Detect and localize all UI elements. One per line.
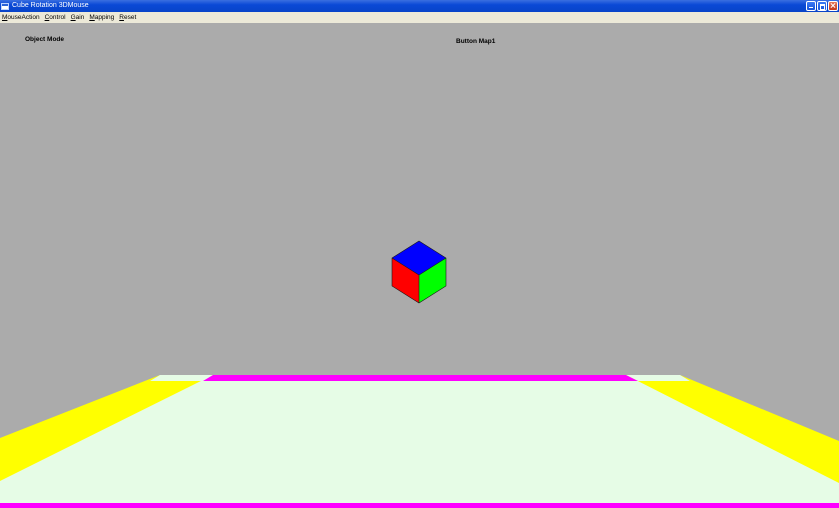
3d-viewport[interactable]: Object Mode Button Map1 xyxy=(0,23,839,508)
menu-bar: MouseAction Control Gain Mapping Reset xyxy=(0,12,839,23)
maximize-button[interactable] xyxy=(817,1,827,11)
menu-mouseaction[interactable]: MouseAction xyxy=(2,12,40,23)
floor-front-edge xyxy=(0,503,839,508)
menu-reset[interactable]: Reset xyxy=(119,12,136,23)
menu-control[interactable]: Control xyxy=(45,12,66,23)
floor-back-edge xyxy=(203,375,638,381)
minimize-button[interactable] xyxy=(806,1,816,11)
app-icon[interactable] xyxy=(1,2,9,10)
button-map-label: Button Map1 xyxy=(456,38,496,45)
scene-canvas[interactable] xyxy=(0,23,839,508)
menu-mapping[interactable]: Mapping xyxy=(89,12,114,23)
title-bar[interactable]: Cube Rotation 3DMouse xyxy=(0,0,839,12)
close-button[interactable] xyxy=(828,1,838,11)
mode-label: Object Mode xyxy=(25,36,65,43)
cube[interactable] xyxy=(391,240,447,304)
window-title: Cube Rotation 3DMouse xyxy=(12,2,89,9)
app-window: Cube Rotation 3DMouse MouseAction Contro… xyxy=(0,0,839,508)
window-controls xyxy=(806,1,838,11)
menu-gain[interactable]: Gain xyxy=(71,12,85,23)
floor-corner-left xyxy=(150,375,213,381)
